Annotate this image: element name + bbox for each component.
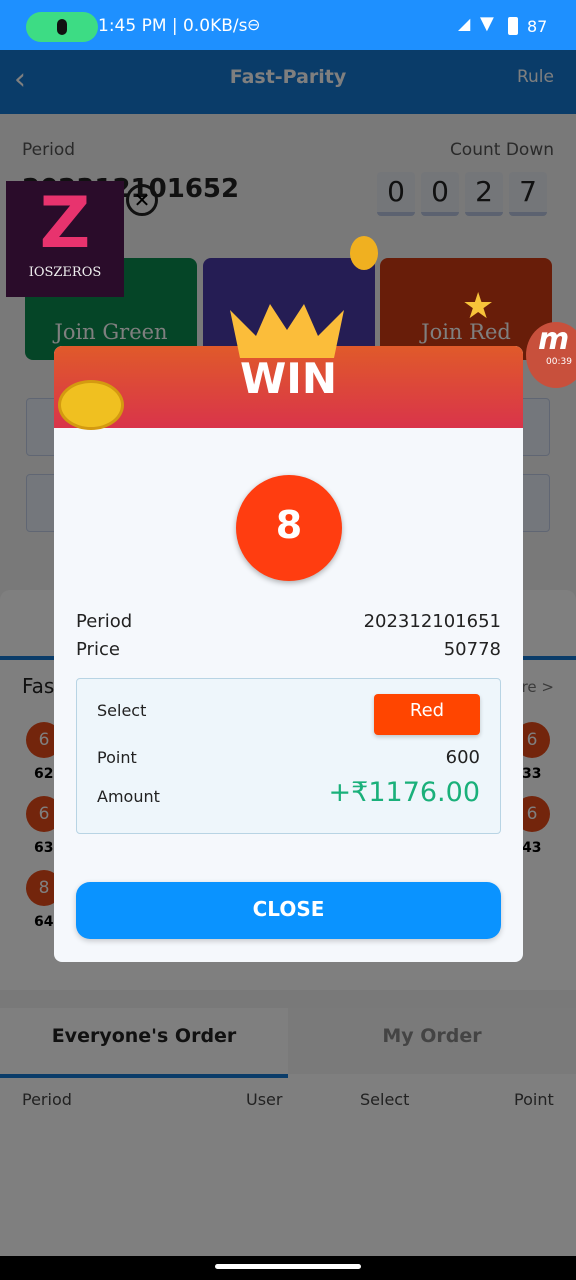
point-label: Point	[97, 748, 137, 767]
period-label: Period	[76, 611, 133, 632]
period-value: 202312101651	[363, 611, 501, 632]
signal-icon: ◢	[458, 14, 471, 33]
bet-details: Select Red Point 600 Amount +₹1176.00	[76, 678, 501, 834]
select-label: Select	[97, 701, 147, 720]
amount-value: +₹1176.00	[328, 777, 480, 808]
close-overlay-icon[interactable]: ✕	[126, 184, 158, 216]
dialog-title: WIN	[239, 354, 338, 403]
star-icon: ★	[462, 286, 495, 327]
win-dialog: WIN 8 Period 202312101651 Price 50778 Se…	[54, 346, 523, 962]
battery-level: 87	[527, 17, 548, 36]
point-value: 600	[445, 747, 480, 768]
coin-icon	[350, 236, 378, 270]
status-time: 1:45 PM | 0.0KB/s	[98, 16, 248, 36]
amount-label: Amount	[97, 787, 160, 806]
select-value-badge: Red	[374, 694, 480, 735]
price-value: 50778	[443, 639, 501, 660]
price-label: Price	[76, 639, 120, 660]
close-button[interactable]: CLOSE	[76, 882, 501, 939]
wifi-icon: ▼	[480, 13, 494, 34]
dnd-icon: ⊖	[247, 15, 261, 34]
home-indicator[interactable]	[215, 1264, 361, 1269]
status-bar: 1:45 PM | 0.0KB/s ⊖ ◢ ▼ 87	[0, 0, 576, 50]
dialog-header: WIN	[54, 346, 523, 428]
mic-icon	[26, 12, 98, 42]
crown-icon	[226, 296, 348, 358]
coin-icon	[58, 380, 124, 430]
battery-icon	[508, 17, 518, 35]
recorder-timer: 00:39	[546, 357, 572, 367]
result-number-ball: 8	[236, 475, 342, 581]
logo-text: IOSZEROS	[28, 265, 102, 280]
nav-bar	[0, 1256, 576, 1280]
overlay-logo[interactable]: Z IOSZEROS	[6, 181, 124, 297]
